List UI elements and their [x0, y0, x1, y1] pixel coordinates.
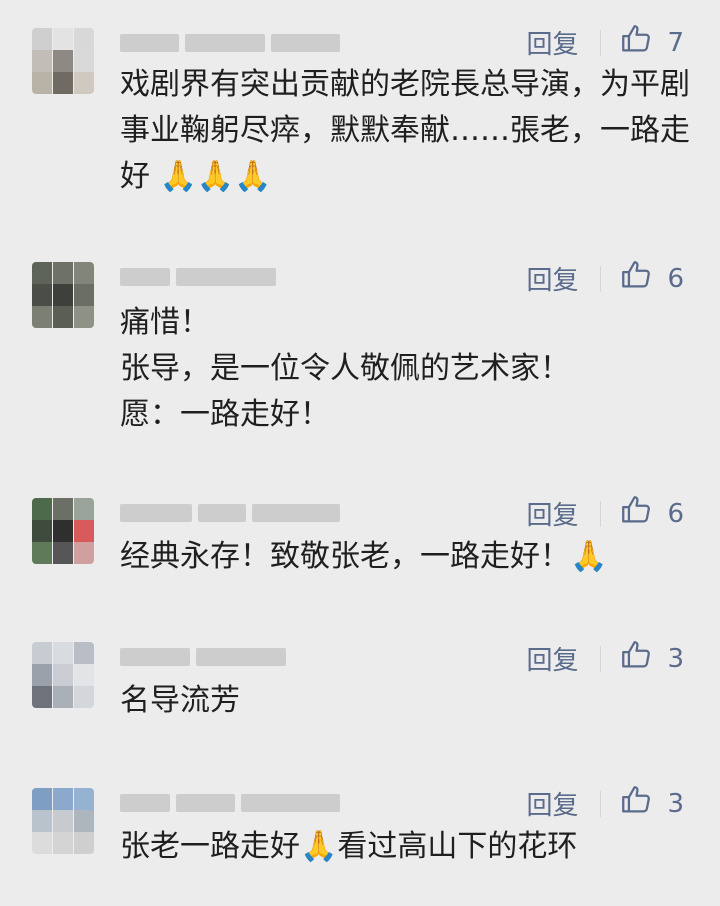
avatar-pixel: [32, 686, 52, 708]
avatar[interactable]: [32, 498, 94, 564]
reply-button[interactable]: 回复: [526, 785, 578, 822]
avatar-pixel: [74, 284, 94, 306]
like-count: 3: [667, 788, 684, 819]
comment-line: 戏剧界有突出贡献的老院長总导演，为平剧事业鞠躬尽瘁，默默奉献……張老，一路走好 …: [120, 67, 690, 194]
like-button[interactable]: 7: [619, 22, 684, 63]
divider: [600, 29, 602, 56]
avatar-pixel: [74, 832, 94, 854]
like-count: 7: [667, 27, 684, 58]
avatar-pixel: [74, 498, 94, 520]
avatar-pixel: [32, 72, 52, 94]
comment-text: 经典永存！致敬张老，一路走好！🙏: [120, 534, 690, 580]
comment-line: 张导，是一位令人敬佩的艺术家！: [120, 351, 570, 386]
comment-line: 名导流芳: [120, 683, 240, 718]
avatar-pixel: [53, 664, 73, 686]
like-button[interactable]: 3: [619, 638, 684, 679]
avatar-pixel: [53, 72, 73, 94]
avatar-pixel: [32, 28, 52, 50]
avatar-pixel: [32, 306, 52, 328]
avatar-pixel: [53, 788, 73, 810]
avatar[interactable]: [32, 642, 94, 708]
thumbs-up-icon: [619, 783, 653, 824]
like-count: 6: [667, 263, 684, 294]
username-blurred[interactable]: [120, 792, 340, 814]
avatar-pixel: [32, 832, 52, 854]
thumbs-up-icon: [619, 22, 653, 63]
avatar-pixel: [32, 262, 52, 284]
avatar-pixel: [32, 642, 52, 664]
like-button[interactable]: 3: [619, 783, 684, 824]
avatar-pixel: [32, 520, 52, 542]
like-count: 3: [667, 643, 684, 674]
username-blurred[interactable]: [120, 266, 340, 288]
avatar-pixel: [53, 498, 73, 520]
avatar-pixel: [74, 306, 94, 328]
divider: [600, 265, 602, 292]
comment-actions: 回复 3: [526, 638, 684, 679]
username-blurred[interactable]: [120, 646, 340, 668]
avatar-pixel: [32, 810, 52, 832]
avatar-pixel: [32, 498, 52, 520]
avatar-pixel: [32, 542, 52, 564]
avatar[interactable]: [32, 28, 94, 94]
comment-text: 名导流芳: [120, 678, 690, 724]
like-count: 6: [667, 498, 684, 529]
avatar-pixel: [53, 306, 73, 328]
avatar-pixel: [74, 788, 94, 810]
comment-text: 痛惜！ 张导，是一位令人敬佩的艺术家！ 愿：一路走好！: [120, 300, 690, 438]
avatar-pixel: [53, 810, 73, 832]
divider: [600, 500, 602, 527]
thumbs-up-icon: [619, 638, 653, 679]
reply-button[interactable]: 回复: [526, 260, 578, 297]
like-button[interactable]: 6: [619, 258, 684, 299]
avatar-pixel: [53, 520, 73, 542]
avatar[interactable]: [32, 788, 94, 854]
comment-line: 愿：一路走好！: [120, 397, 330, 432]
avatar-pixel: [74, 520, 94, 542]
username-blurred[interactable]: [120, 32, 340, 54]
avatar-pixel: [74, 542, 94, 564]
divider: [600, 645, 602, 672]
comment-actions: 回复 7: [526, 22, 684, 63]
avatar-pixel: [53, 28, 73, 50]
comment-line: 经典永存！致敬张老，一路走好！🙏: [120, 539, 608, 574]
avatar-pixel: [74, 262, 94, 284]
avatar-pixel: [53, 686, 73, 708]
avatar-pixel: [53, 262, 73, 284]
avatar-pixel: [74, 664, 94, 686]
reply-button[interactable]: 回复: [526, 24, 578, 61]
comment-line: 痛惜！: [120, 305, 210, 340]
divider: [600, 790, 602, 817]
comment-actions: 回复 3: [526, 783, 684, 824]
avatar-pixel: [74, 810, 94, 832]
avatar-pixel: [32, 788, 52, 810]
avatar-pixel: [74, 28, 94, 50]
like-button[interactable]: 6: [619, 493, 684, 534]
reply-button[interactable]: 回复: [526, 495, 578, 532]
avatar-pixel: [32, 284, 52, 306]
reply-button[interactable]: 回复: [526, 640, 578, 677]
avatar-pixel: [32, 664, 52, 686]
comment-line: 张老一路走好🙏看过高山下的花环: [120, 829, 578, 864]
avatar-pixel: [53, 542, 73, 564]
avatar-pixel: [53, 832, 73, 854]
avatar-pixel: [53, 284, 73, 306]
thumbs-up-icon: [619, 258, 653, 299]
avatar-pixel: [74, 72, 94, 94]
avatar-pixel: [53, 50, 73, 72]
avatar-pixel: [74, 686, 94, 708]
thumbs-up-icon: [619, 493, 653, 534]
comment-text: 张老一路走好🙏看过高山下的花环: [120, 824, 690, 870]
username-blurred[interactable]: [120, 502, 340, 524]
avatar-pixel: [32, 50, 52, 72]
comment-actions: 回复 6: [526, 493, 684, 534]
avatar-pixel: [53, 642, 73, 664]
comment-text: 戏剧界有突出贡献的老院長总导演，为平剧事业鞠躬尽瘁，默默奉献……張老，一路走好 …: [120, 62, 690, 200]
avatar[interactable]: [32, 262, 94, 328]
avatar-pixel: [74, 642, 94, 664]
comment-actions: 回复 6: [526, 258, 684, 299]
avatar-pixel: [74, 50, 94, 72]
